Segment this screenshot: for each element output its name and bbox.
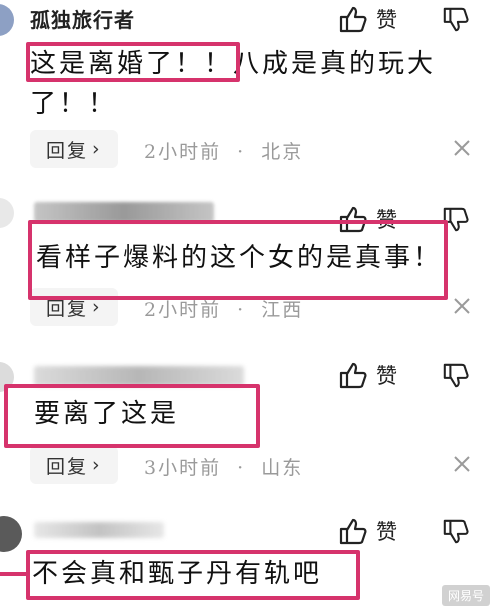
- highlight-connector: [0, 572, 28, 576]
- dislike-button[interactable]: [442, 362, 470, 390]
- comment-text: 要离了这是: [34, 399, 180, 429]
- comment-text: 不会真和甄子丹有轨吧: [32, 559, 323, 589]
- location: 北京: [261, 141, 304, 163]
- comment-item: 赞 要离了这是 回复 › 3小时前 · 山东: [0, 340, 500, 490]
- close-icon[interactable]: [452, 454, 472, 478]
- comment-text: 这是离婚了！！八成是真的玩大了！！: [30, 49, 437, 119]
- dislike-button[interactable]: [442, 518, 470, 546]
- timestamp: 2小时前: [144, 141, 222, 163]
- separator: ·: [237, 457, 246, 479]
- reply-button[interactable]: 回复 ›: [30, 446, 118, 484]
- thumbs-up-icon: [339, 362, 367, 389]
- dislike-button[interactable]: [442, 6, 470, 34]
- thumbs-up-icon: [339, 206, 367, 233]
- separator: ·: [237, 299, 246, 321]
- reply-label: 回复: [46, 297, 89, 320]
- like-label: 赞: [376, 8, 397, 32]
- username[interactable]: [34, 522, 164, 538]
- comment-item: 赞 看样子爆料的这个女的是真事！ 回复 › 2小时前 · 江西: [0, 170, 500, 340]
- location: 江西: [261, 299, 304, 321]
- comment-meta: 2小时前 · 北京: [144, 137, 303, 164]
- username[interactable]: [34, 366, 244, 386]
- avatar[interactable]: [0, 4, 14, 36]
- chevron-right-icon: ›: [92, 138, 102, 160]
- reply-button[interactable]: 回复 ›: [30, 288, 118, 326]
- like-button[interactable]: 赞: [338, 360, 397, 390]
- reply-button[interactable]: 回复 ›: [30, 130, 118, 168]
- comment-meta: 2小时前 · 江西: [144, 295, 303, 322]
- chevron-right-icon: ›: [92, 454, 102, 476]
- like-label: 赞: [376, 364, 397, 388]
- like-label: 赞: [376, 520, 397, 544]
- like-button[interactable]: 赞: [338, 4, 397, 34]
- like-label: 赞: [376, 208, 397, 232]
- avatar[interactable]: [0, 516, 22, 552]
- thumbs-up-icon: [339, 518, 367, 545]
- reply-label: 回复: [46, 455, 89, 478]
- thumbs-down-icon: [443, 7, 469, 32]
- close-icon[interactable]: [452, 296, 472, 320]
- separator: ·: [237, 141, 246, 163]
- comment-meta: 3小时前 · 山东: [144, 453, 303, 480]
- comment-item: 孤独旅行者 赞 这是离婚了！！八成是真的玩大了！！ 回复 › 2小时前 · 北京: [0, 0, 500, 170]
- like-button[interactable]: 赞: [338, 204, 397, 234]
- chevron-right-icon: ›: [92, 296, 102, 318]
- reply-label: 回复: [46, 139, 89, 162]
- comment-text: 看样子爆料的这个女的是真事！: [36, 243, 443, 273]
- timestamp: 3小时前: [144, 457, 222, 479]
- thumbs-down-icon: [443, 207, 469, 232]
- watermark: 网易号: [441, 585, 490, 606]
- avatar[interactable]: [0, 198, 14, 228]
- avatar[interactable]: [0, 362, 14, 392]
- timestamp: 2小时前: [144, 299, 222, 321]
- location: 山东: [261, 457, 304, 479]
- thumbs-down-icon: [443, 363, 469, 388]
- close-icon[interactable]: [452, 138, 472, 162]
- like-button[interactable]: 赞: [338, 516, 397, 546]
- comment-item: 赞 不会真和甄子丹有轨吧: [0, 490, 500, 614]
- username[interactable]: [34, 202, 214, 222]
- username[interactable]: 孤独旅行者: [30, 4, 135, 33]
- thumbs-down-icon: [443, 519, 469, 544]
- dislike-button[interactable]: [442, 206, 470, 234]
- thumbs-up-icon: [339, 6, 367, 33]
